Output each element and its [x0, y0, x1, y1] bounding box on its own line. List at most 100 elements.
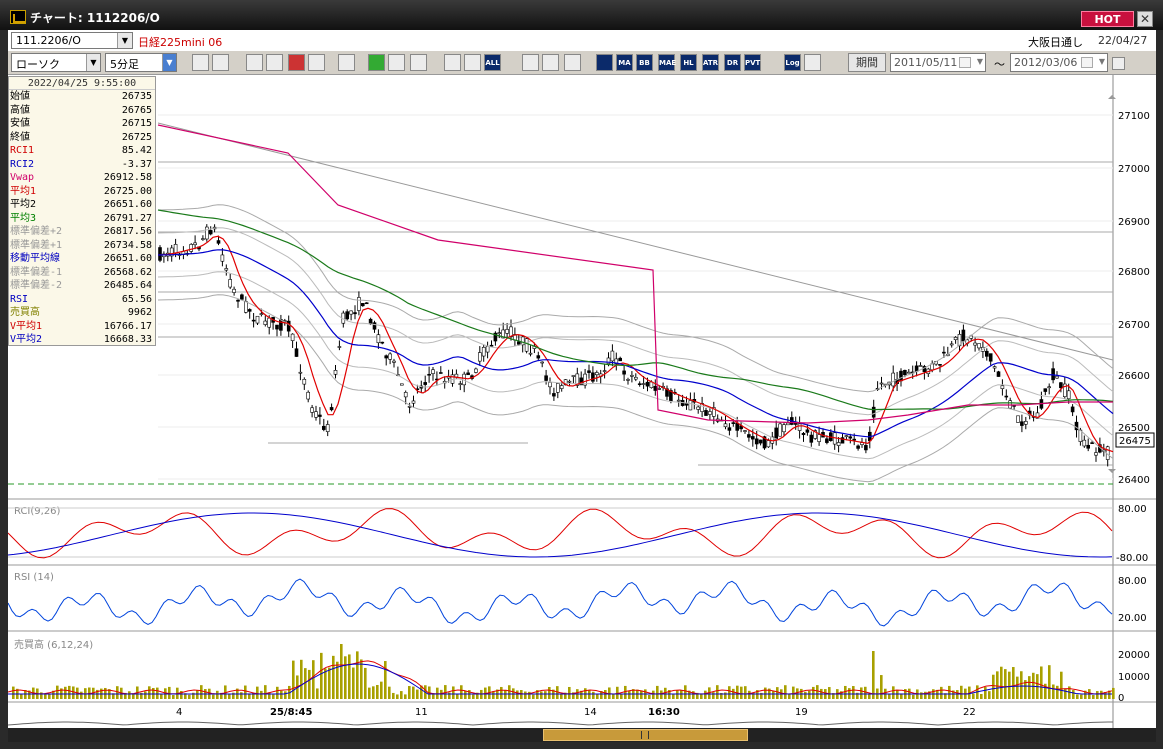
volume-bar: [772, 691, 775, 699]
chevron-down-icon[interactable]: ▼: [86, 54, 100, 71]
zoom-icon[interactable]: [192, 54, 209, 71]
candle-body: [731, 422, 736, 424]
volume-bar: [548, 687, 551, 699]
candle-body: [571, 375, 576, 377]
brush-icon[interactable]: [542, 54, 559, 71]
candle-body: [158, 247, 162, 261]
volume-bar: [128, 691, 131, 699]
price-tick-label: 27000: [1118, 164, 1150, 175]
hot-button[interactable]: HOT: [1081, 11, 1134, 27]
volume-bar: [640, 690, 643, 699]
period-button[interactable]: 期間: [848, 53, 886, 72]
volume-bar: [604, 690, 607, 699]
time-scrollbar[interactable]: [8, 728, 1156, 742]
search-zoom-icon[interactable]: [266, 54, 283, 71]
volume-bar: [1028, 676, 1031, 699]
volume-bar: [320, 652, 323, 699]
info-row: 標準偏差+1 26734.58: [9, 239, 155, 253]
chart-area[interactable]: 27100 27000 26900 26800 26700 26600 26500 26400…: [8, 75, 1156, 728]
volume-bar: [892, 686, 895, 699]
info-row: 始値 26735: [9, 90, 155, 104]
volume-bar: [508, 685, 511, 699]
candle-body: [1059, 382, 1063, 389]
date-from-field[interactable]: 2011/05/11 ▼: [890, 53, 986, 72]
info-row: RCI1 85.42: [9, 144, 155, 158]
volume-bar: [740, 686, 743, 699]
timeframe-select[interactable]: 5分足 ▼: [105, 53, 177, 72]
volume-bar: [272, 694, 275, 699]
color-icon[interactable]: [564, 54, 581, 71]
price-chart-svg[interactable]: 27100 27000 26900 26800 26700 26600 26500 26400…: [8, 75, 1156, 728]
volume-bar: [664, 687, 667, 699]
pen-icon[interactable]: [368, 54, 385, 71]
volume-bar: [1112, 687, 1115, 699]
volume-bar: [612, 693, 615, 699]
candles-icon[interactable]: [464, 54, 481, 71]
candle-body: [244, 301, 248, 313]
period-checkbox[interactable]: [1112, 57, 1125, 70]
save-icon[interactable]: [804, 54, 821, 71]
candle-body: [294, 348, 299, 357]
all-icon[interactable]: ALL: [484, 54, 501, 71]
candle-body: [856, 445, 860, 449]
chevron-down-icon[interactable]: ▼: [117, 33, 132, 48]
candle-body: [423, 382, 428, 385]
redo-icon[interactable]: [410, 54, 427, 71]
symbol-select[interactable]: 111.2206/O ▼: [11, 32, 133, 49]
volume-bar: [520, 690, 523, 699]
candle-up-icon[interactable]: [288, 54, 305, 71]
candle-body: [337, 346, 342, 348]
single-candle-icon[interactable]: [444, 54, 461, 71]
volume-bar: [376, 684, 379, 699]
plot-background: [8, 75, 1113, 728]
settings-icon[interactable]: [522, 54, 539, 71]
chart-type-select[interactable]: ローソク ▼: [11, 53, 101, 72]
select-icon[interactable]: [388, 54, 405, 71]
atr-icon[interactable]: ATR: [702, 54, 719, 71]
volume-bar: [68, 685, 71, 699]
volume-bar: [960, 685, 963, 699]
calendar-icon[interactable]: [1081, 57, 1093, 68]
ichimoku-icon[interactable]: [596, 54, 613, 71]
bb-icon[interactable]: BB: [636, 54, 653, 71]
volume-bar: [724, 692, 727, 699]
scrollbar-thumb[interactable]: [543, 729, 748, 741]
mae-icon[interactable]: MAE: [658, 54, 676, 71]
log-icon[interactable]: Log: [784, 54, 801, 71]
volume-bar: [64, 686, 67, 699]
volume-bar: [404, 694, 407, 699]
close-icon[interactable]: ✕: [1137, 11, 1153, 27]
draw-down-icon[interactable]: [246, 54, 263, 71]
date-to-field[interactable]: 2012/03/06 ▼: [1010, 53, 1108, 72]
price-tick-label: 26700: [1118, 320, 1150, 331]
candle-body: [524, 338, 529, 352]
volume-bar: [988, 691, 991, 699]
candle-body: [458, 383, 463, 385]
calendar-icon[interactable]: [959, 57, 971, 68]
chevron-down-icon[interactable]: ▼: [162, 54, 176, 71]
blank-icon[interactable]: [338, 54, 355, 71]
volume-bar: [1016, 676, 1019, 699]
candle-body: [633, 376, 638, 380]
candle-body: [255, 315, 260, 324]
volume-tick-label: 0: [1118, 693, 1124, 704]
candle-body: [938, 364, 942, 366]
candle-body: [587, 370, 591, 373]
grip-icon[interactable]: [641, 731, 649, 739]
info-value: 26725: [121, 131, 152, 143]
volume-bar: [568, 686, 571, 699]
candle-body: [618, 357, 623, 362]
ma-icon[interactable]: MA: [616, 54, 633, 71]
pvt-icon[interactable]: PVT: [744, 54, 761, 71]
info-label: 標準偏差+1: [10, 239, 63, 251]
candle-down-icon[interactable]: [308, 54, 325, 71]
chevron-down-icon[interactable]: ▼: [977, 57, 983, 66]
crosshair-icon[interactable]: [212, 54, 229, 71]
chevron-down-icon[interactable]: ▼: [1099, 57, 1105, 66]
range-tilde: ～: [994, 58, 1005, 71]
info-label: 平均1: [10, 185, 37, 197]
dmi-icon[interactable]: DR: [724, 54, 741, 71]
volume-bar: [992, 674, 995, 699]
candle-body: [903, 369, 907, 376]
hl-icon[interactable]: HL: [680, 54, 697, 71]
